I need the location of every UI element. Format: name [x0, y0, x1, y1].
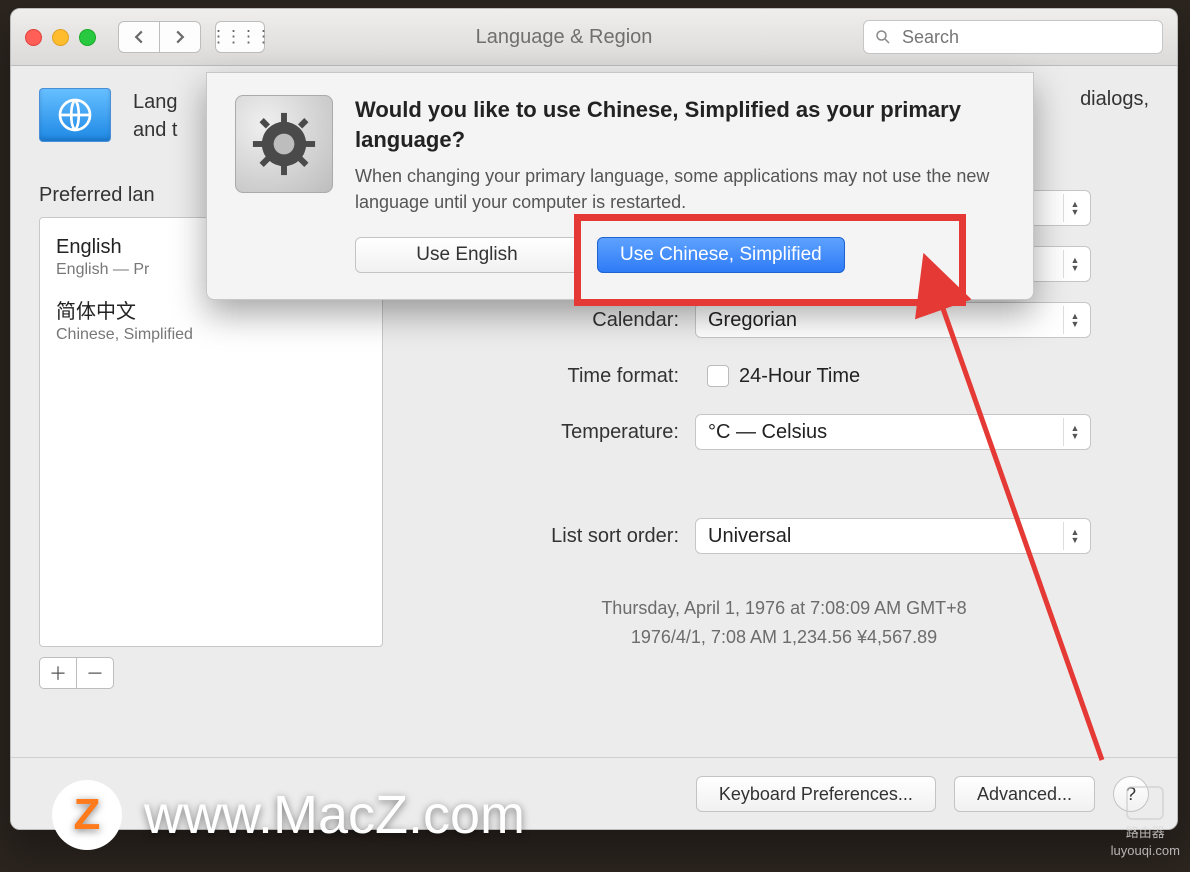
show-all-button[interactable]: ⋮⋮⋮⋮ [215, 21, 265, 53]
minimize-window-button[interactable] [52, 29, 69, 46]
add-remove-controls: ＋ － [39, 657, 383, 689]
example-line-2: 1976/4/1, 7:08 AM 1,234.56 ¥4,567.89 [419, 623, 1149, 652]
calendar-value: Gregorian [708, 309, 797, 332]
watermark: Z www.MacZ.com [52, 780, 525, 850]
list-sort-label: List sort order: [419, 525, 695, 548]
24-hour-time-checkbox[interactable] [707, 365, 729, 387]
time-format-label: Time format: [419, 365, 695, 388]
stepper-arrows-icon: ▲▼ [1063, 194, 1086, 222]
dialog-actions: Use English Use Chinese, Simplified [355, 237, 1005, 273]
calendar-select[interactable]: Gregorian ▲▼ [695, 302, 1091, 338]
time-format-value: 24-Hour Time [739, 365, 860, 388]
confirm-primary-language-dialog: Would you like to use Chinese, Simplifie… [206, 72, 1034, 300]
language-region-icon [39, 88, 111, 142]
use-chinese-simplified-button[interactable]: Use Chinese, Simplified [597, 237, 845, 273]
calendar-label: Calendar: [419, 309, 695, 332]
router-icon [1126, 786, 1164, 820]
use-english-button[interactable]: Use English [355, 237, 579, 273]
chevron-left-icon [132, 30, 146, 44]
gear-icon [247, 107, 321, 181]
temperature-label: Temperature: [419, 421, 695, 444]
list-sort-select[interactable]: Universal ▲▼ [695, 518, 1091, 554]
stepper-arrows-icon: ▲▼ [1063, 522, 1086, 550]
remove-language-button[interactable]: － [76, 657, 114, 689]
keyboard-preferences-button[interactable]: Keyboard Preferences... [696, 776, 936, 812]
dialog-body: When changing your primary language, som… [355, 164, 1005, 214]
advanced-button[interactable]: Advanced... [954, 776, 1095, 812]
time-format-row: Time format: 24-Hour Time [419, 352, 1149, 400]
chevron-right-icon [173, 30, 187, 44]
list-sort-row: List sort order: Universal ▲▼ [419, 512, 1149, 560]
temperature-value: °C — Celsius [708, 421, 827, 444]
close-window-button[interactable] [25, 29, 42, 46]
toolbar: ⋮⋮⋮⋮ Language & Region [11, 9, 1177, 66]
search-icon [874, 28, 892, 46]
intro-text: Lang and t [133, 88, 178, 144]
list-sort-value: Universal [708, 525, 791, 548]
forward-button[interactable] [159, 21, 201, 53]
temperature-select[interactable]: °C — Celsius ▲▼ [695, 414, 1091, 450]
watermark-logo: Z [52, 780, 122, 850]
corner-watermark-text: 路由器 [1126, 822, 1165, 841]
corner-watermark-sub: luyouqi.com [1111, 843, 1180, 858]
system-preferences-icon [235, 95, 333, 193]
intro-text-right: dialogs, [1080, 88, 1149, 111]
search-input[interactable] [900, 26, 1152, 49]
language-subtitle: Chinese, Simplified [56, 326, 366, 344]
watermark-text: www.MacZ.com [144, 784, 525, 846]
back-button[interactable] [118, 21, 160, 53]
format-examples: Thursday, April 1, 1976 at 7:08:09 AM GM… [419, 594, 1149, 652]
corner-watermark: 路由器 luyouqi.com [1111, 786, 1180, 858]
window-title: Language & Region [279, 26, 849, 49]
stepper-arrows-icon: ▲▼ [1063, 250, 1086, 278]
nav-buttons [118, 21, 201, 53]
example-line-1: Thursday, April 1, 1976 at 7:08:09 AM GM… [419, 594, 1149, 623]
time-format-control: 24-Hour Time [695, 359, 1089, 393]
dialog-heading: Would you like to use Chinese, Simplifie… [355, 95, 1005, 154]
calendar-row: Calendar: Gregorian ▲▼ [419, 296, 1149, 344]
stepper-arrows-icon: ▲▼ [1063, 306, 1086, 334]
stepper-arrows-icon: ▲▼ [1063, 418, 1086, 446]
grid-icon: ⋮⋮⋮⋮ [210, 27, 270, 47]
search-field[interactable] [863, 20, 1163, 54]
maximize-window-button[interactable] [79, 29, 96, 46]
add-language-button[interactable]: ＋ [39, 657, 77, 689]
window-controls [25, 29, 96, 46]
globe-icon [55, 95, 95, 135]
temperature-row: Temperature: °C — Celsius ▲▼ [419, 408, 1149, 456]
